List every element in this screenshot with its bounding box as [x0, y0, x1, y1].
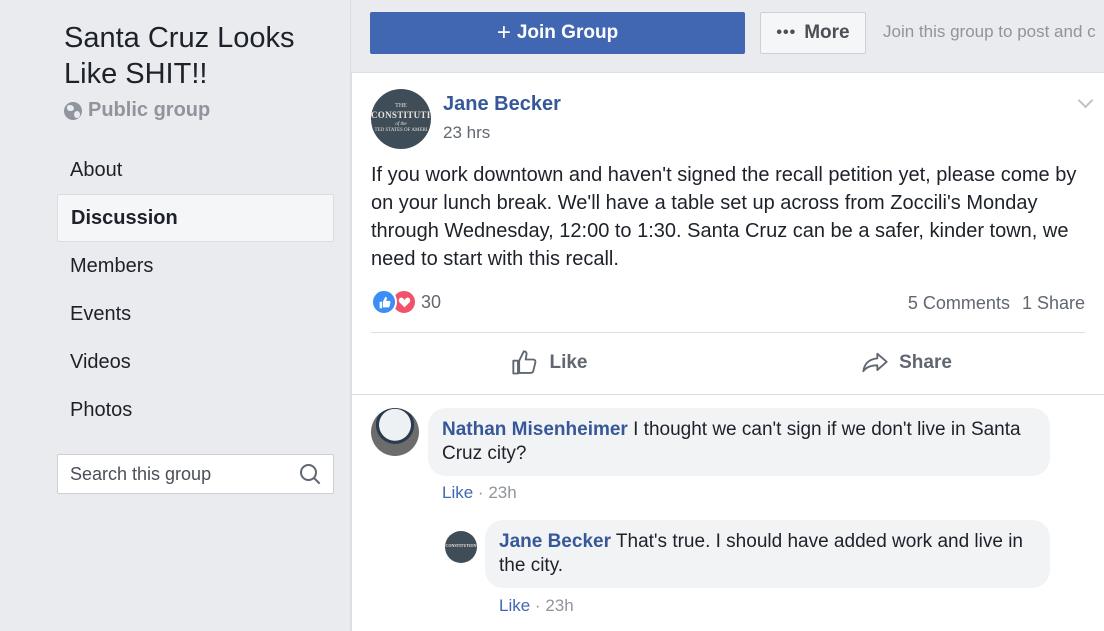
comment-meta: Like · 23h	[442, 483, 517, 503]
avatar-text-line: TED STATES OF AMERI	[374, 128, 428, 133]
group-action-bar: + Join Group ••• More Join this group to…	[351, 0, 1104, 72]
ellipsis-icon: •••	[776, 24, 797, 41]
nav-item-photos[interactable]: Photos	[57, 386, 334, 434]
nav-item-videos[interactable]: Videos	[57, 338, 334, 386]
avatar-text-line: CONSTITUTION	[445, 543, 477, 548]
comments-section: Nathan Misenheimer I thought we can't si…	[352, 394, 1104, 631]
nav-item-discussion[interactable]: Discussion	[57, 194, 334, 242]
reactions-summary[interactable]: 30	[371, 289, 441, 315]
post-card: THE CONSTITUTION of the TED STATES OF AM…	[351, 72, 1104, 631]
group-sidebar: Santa Cruz Looks Like SHIT!! Public grou…	[0, 0, 351, 631]
like-button[interactable]: Like	[371, 333, 728, 393]
join-group-label: Join Group	[516, 22, 619, 43]
reply-bubble: Jane Becker That's true. I should have a…	[485, 520, 1050, 588]
shares-count-link[interactable]: 1 Share	[1022, 293, 1085, 313]
nav-item-events[interactable]: Events	[57, 290, 334, 338]
chevron-down-icon[interactable]	[1078, 95, 1092, 109]
like-reaction-icon	[371, 289, 397, 315]
group-title[interactable]: Santa Cruz Looks Like SHIT!!	[64, 20, 334, 92]
nav-item-members[interactable]: Members	[57, 242, 334, 290]
reply-like-link[interactable]: Like	[499, 596, 530, 615]
post-action-row: Like Share	[371, 333, 1085, 393]
thumbs-up-icon	[512, 350, 537, 375]
more-label: More	[804, 22, 850, 43]
join-group-button[interactable]: + Join Group	[370, 12, 745, 54]
join-hint-text: Join this group to post and c	[883, 22, 1096, 41]
post-author-name[interactable]: Jane Becker	[443, 93, 561, 116]
reply-meta: Like · 23h	[499, 596, 574, 616]
comment-bubble: Nathan Misenheimer I thought we can't si…	[428, 408, 1050, 476]
comments-count-link[interactable]: 5 Comments	[908, 293, 1010, 313]
nav-item-about[interactable]: About	[57, 146, 334, 194]
meta-separator: ·	[534, 596, 546, 615]
reply-time[interactable]: 23h	[545, 596, 573, 615]
privacy-label: Public group	[88, 99, 211, 121]
avatar-text-line: THE	[395, 103, 407, 109]
post-stats: 5 Comments 1 Share	[908, 293, 1085, 314]
post-body-text: If you work downtown and haven't signed …	[371, 164, 1077, 270]
comment-like-link[interactable]: Like	[442, 483, 473, 502]
search-icon[interactable]	[299, 463, 321, 485]
plus-icon: +	[496, 19, 511, 46]
like-label: Like	[549, 352, 588, 373]
avatar-text-line: of the	[395, 122, 407, 127]
reply-author[interactable]: Jane Becker	[499, 531, 611, 552]
comment-time[interactable]: 23h	[488, 483, 516, 502]
meta-separator: ·	[477, 483, 489, 502]
commenter-avatar[interactable]	[371, 408, 419, 456]
globe-icon	[64, 101, 82, 120]
group-search-input[interactable]: Search this group	[57, 454, 334, 494]
more-button[interactable]: ••• More	[760, 12, 866, 54]
share-button[interactable]: Share	[728, 333, 1085, 393]
share-arrow-icon	[862, 352, 888, 373]
search-placeholder: Search this group	[70, 463, 212, 484]
comment-author[interactable]: Nathan Misenheimer	[442, 419, 628, 440]
group-nav: About Discussion Members Events Videos P…	[57, 146, 334, 434]
author-avatar[interactable]: THE CONSTITUTION of the TED STATES OF AM…	[371, 89, 431, 149]
reply-author-avatar[interactable]: CONSTITUTION	[445, 531, 477, 563]
group-privacy: Public group	[64, 99, 210, 122]
share-label: Share	[899, 352, 952, 373]
reaction-count: 30	[421, 291, 442, 312]
post-timestamp[interactable]: 23 hrs	[443, 123, 490, 143]
avatar-text-line: CONSTITUTION	[371, 110, 431, 120]
